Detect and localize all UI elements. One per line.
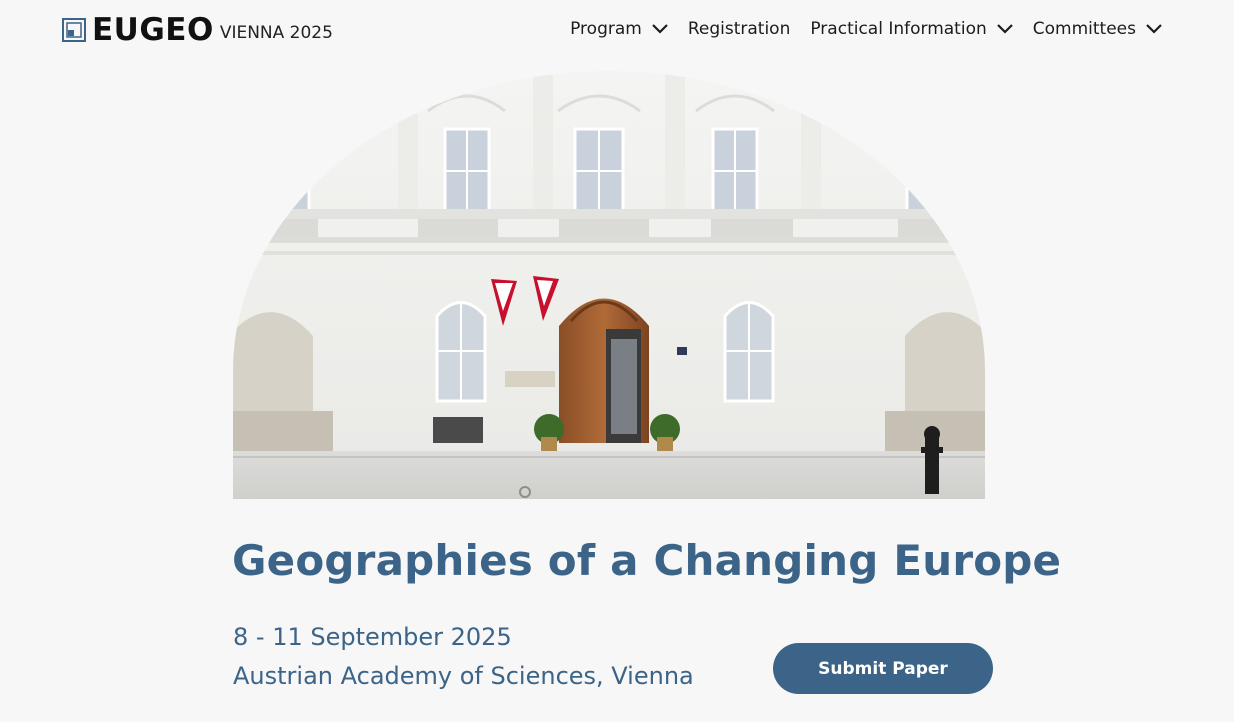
nav-item-label: Registration <box>687 19 791 39</box>
page-title: Geographies of a Changing Europe <box>232 536 1062 585</box>
chevron-down-icon <box>652 24 668 34</box>
site-header: EUGEO VIENNA 2025 Program Registration P… <box>0 0 1234 62</box>
event-date: 8 - 11 September 2025 <box>233 623 512 651</box>
nav-item-registration[interactable]: Registration <box>688 16 791 42</box>
nav-item-label: Committees <box>1032 19 1136 39</box>
nav-item-committees[interactable]: Committees <box>1033 16 1162 42</box>
hero-image <box>233 71 985 499</box>
nav-item-program[interactable]: Program <box>570 16 668 42</box>
chevron-down-icon <box>1146 24 1162 34</box>
nav-item-practical-information[interactable]: Practical Information <box>810 16 1013 42</box>
logo-wordmark: EUGEO <box>92 12 214 48</box>
academy-building-photo <box>233 71 985 499</box>
logo-subtitle: VIENNA 2025 <box>219 23 333 43</box>
chevron-down-icon <box>996 24 1013 34</box>
site-logo[interactable]: EUGEO VIENNA 2025 <box>62 14 333 46</box>
event-venue: Austrian Academy of Sciences, Vienna <box>233 662 694 690</box>
main-nav: Program Registration Practical Informati… <box>550 16 1162 42</box>
submit-paper-button[interactable]: Submit Paper <box>773 643 993 694</box>
nav-item-label: Practical Information <box>810 19 987 39</box>
nav-item-label: Program <box>570 19 642 39</box>
square-logo-icon <box>62 18 86 42</box>
